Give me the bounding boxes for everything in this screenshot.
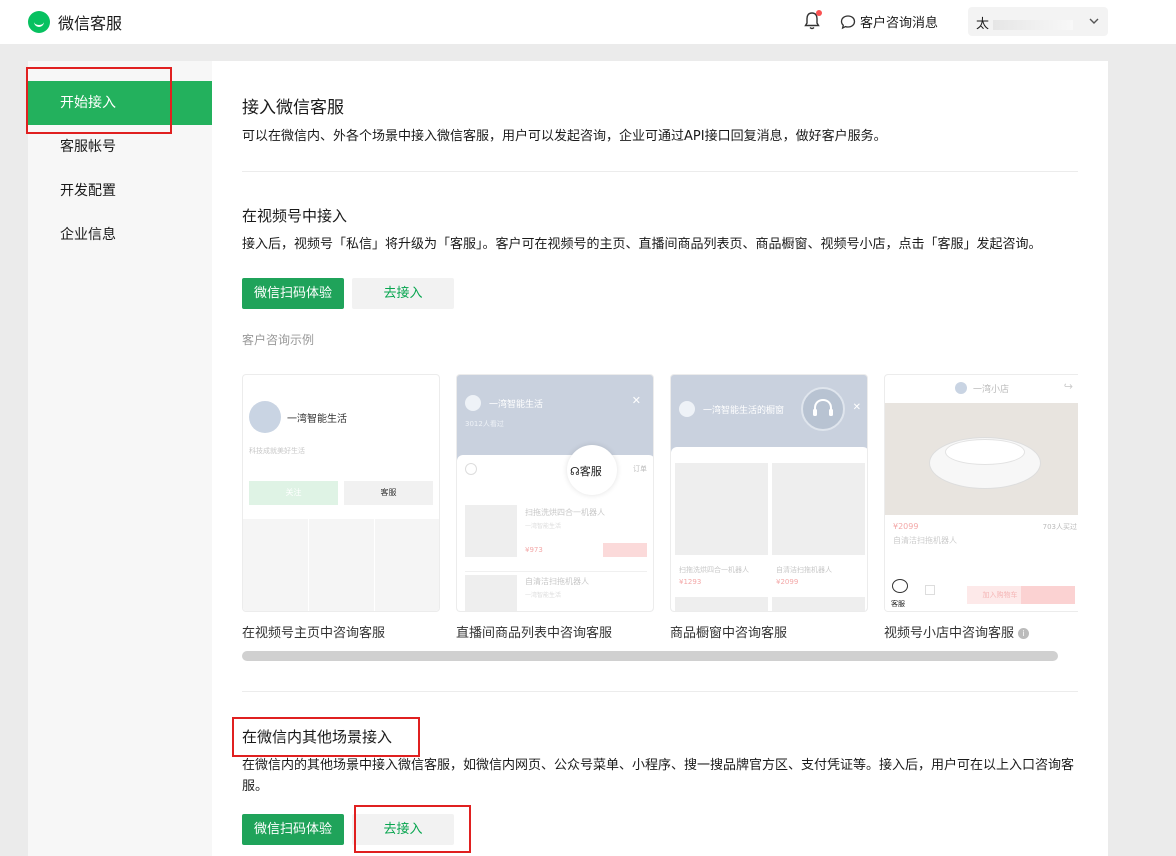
- service-highlight: ☊客服: [567, 445, 617, 495]
- card2-item2-sub: 一湾智能生活: [525, 592, 562, 599]
- customer-messages-label: 客户咨询消息: [860, 16, 939, 31]
- top-bar: 微信客服 客户咨询消息 太: [0, 0, 1176, 44]
- page-title: 接入微信客服: [242, 98, 344, 118]
- card4-service-button: 客服: [885, 569, 919, 611]
- carousel-scrollbar[interactable]: [242, 651, 1058, 661]
- card4-sold: 703人买过: [1042, 523, 1077, 531]
- sidebar-item-accounts[interactable]: 客服帐号: [28, 125, 212, 169]
- sidebar-item-dev-config[interactable]: 开发配置: [28, 169, 212, 213]
- card3-item2-price: ¥2099: [776, 578, 799, 586]
- divider: [242, 691, 1078, 692]
- example-caption-1: 在视频号主页中咨询客服: [242, 626, 386, 641]
- app-logo[interactable]: 微信客服: [28, 10, 122, 34]
- other-connect-button[interactable]: 去接入: [352, 814, 454, 845]
- example-card-shop: 一湾小店 ↪ ¥2099 703人买过 自清洁扫拖机器人 客服 加入购物车: [884, 374, 1078, 612]
- other-title: 在微信内其他场景接入: [242, 728, 393, 746]
- example-caption-3: 商品橱窗中咨询客服: [670, 626, 788, 641]
- example-caption-4-text: 视频号小店中咨询客服: [884, 626, 1015, 641]
- card2-item1-sub: 一湾智能生活: [525, 523, 562, 530]
- customer-messages-link[interactable]: 客户咨询消息: [840, 12, 938, 31]
- example-caption-4: 视频号小店中咨询客服 i: [884, 622, 1030, 641]
- chat-bubble-icon: [840, 14, 856, 29]
- info-icon[interactable]: i: [1018, 628, 1030, 639]
- product-image: [885, 403, 1078, 515]
- wechat-service-logo-icon: [28, 11, 50, 33]
- example-card-showcase: 一湾智能生活的橱窗 ✕ 扫拖洗烘四合一机器人 ¥1293 自清洁扫拖机器人 ¥2…: [670, 374, 868, 612]
- brand-avatar: [465, 395, 481, 411]
- store-icon: [925, 585, 935, 595]
- close-icon: ✕: [852, 402, 861, 413]
- sidebar-item-company-info[interactable]: 企业信息: [28, 213, 212, 257]
- channels-section: 在视频号中接入 接入后，视频号「私信」将升级为「客服」。客户可在视频号的主页、直…: [242, 205, 1078, 348]
- card4-service-label: 客服: [891, 600, 905, 608]
- card2-viewers: 3012人看过: [465, 420, 504, 428]
- buy-button: [603, 543, 647, 557]
- account-name-redacted: [993, 19, 1074, 30]
- example-caption-2: 直播间商品列表中咨询客服: [456, 626, 613, 641]
- examples-carousel[interactable]: 一湾智能生活 科技成就美好生活 关注 客服 一湾智能生活 ✕ 3012人看过 订…: [242, 374, 1078, 612]
- brand-avatar: [249, 401, 281, 433]
- notification-bell-icon[interactable]: [804, 10, 822, 30]
- card2-service: 客服: [579, 465, 602, 478]
- intro-description: 可以在微信内、外各个场景中接入微信客服，用户可以发起咨询，企业可通过API接口回…: [242, 129, 887, 144]
- card2-name: 一湾智能生活: [489, 400, 544, 410]
- headset-icon: ☊: [570, 465, 580, 478]
- card1-video-grid: [243, 519, 439, 611]
- intro-section: 接入微信客服 可以在微信内、外各个场景中接入微信客服，用户可以发起咨询，企业可通…: [242, 93, 1078, 147]
- card4-buy-button: [1021, 586, 1075, 604]
- share-icon: ↪: [1063, 380, 1073, 393]
- divider: [242, 171, 1078, 172]
- sidebar: 开始接入 客服帐号 开发配置 企业信息: [28, 61, 212, 856]
- card1-follow-button: 关注: [249, 481, 338, 505]
- card1-name: 一湾智能生活: [287, 414, 347, 425]
- other-scan-button[interactable]: 微信扫码体验: [242, 814, 344, 845]
- app-title: 微信客服: [58, 14, 123, 33]
- card2-item1-price: ¥973: [525, 546, 543, 554]
- card2-orders: 订单: [633, 465, 647, 473]
- other-scenes-section: 在微信内其他场景接入 在微信内的其他场景中接入微信客服，如微信内网页、公众号菜单…: [242, 726, 1078, 845]
- account-name: 太: [976, 17, 990, 32]
- card4-price: ¥2099: [893, 522, 919, 531]
- card3-item1-price: ¥1293: [679, 578, 702, 586]
- product-image: [772, 463, 865, 555]
- product-image: [465, 505, 517, 557]
- card2-product-panel: 订单 扫拖洗烘四合一机器人 一湾智能生活 ¥973 自清洁扫拖机器人 一湾智能生…: [457, 455, 653, 611]
- card1-service-button: 客服: [344, 481, 433, 505]
- close-icon: ✕: [631, 394, 641, 407]
- chevron-down-icon: [1089, 18, 1099, 24]
- card2-item2: 自清洁扫拖机器人: [525, 577, 589, 586]
- brand-avatar: [679, 401, 695, 417]
- product-image: [465, 575, 517, 611]
- channels-description: 接入后，视频号「私信」将升级为「客服」。客户可在视频号的主页、直播间商品列表页、…: [242, 237, 1042, 252]
- account-switcher[interactable]: 太: [968, 7, 1108, 36]
- channels-scan-button[interactable]: 微信扫码体验: [242, 278, 344, 309]
- example-card-live: 一湾智能生活 ✕ 3012人看过 订单 扫拖洗烘四合一机器人 一湾智能生活 ¥9…: [456, 374, 654, 612]
- card3-item1: 扫拖洗烘四合一机器人: [679, 566, 749, 574]
- examples-label: 客户咨询示例: [242, 333, 315, 347]
- other-description: 在微信内的其他场景中接入微信客服，如微信内网页、公众号菜单、小程序、搜一搜品牌官…: [242, 758, 1075, 794]
- card4-shop: 一湾小店: [973, 385, 1010, 395]
- card2-item1: 扫拖洗烘四合一机器人: [525, 508, 605, 517]
- main-content: 接入微信客服 可以在微信内、外各个场景中接入微信客服，用户可以发起咨询，企业可通…: [212, 61, 1108, 856]
- card3-item2: 自清洁扫拖机器人: [776, 566, 832, 574]
- card4-product: 自清洁扫拖机器人: [893, 536, 957, 545]
- notification-dot: [816, 10, 822, 16]
- card1-subtitle: 科技成就美好生活: [249, 447, 305, 455]
- product-image: [675, 463, 768, 555]
- card3-showcase-grid: 扫拖洗烘四合一机器人 ¥1293 自清洁扫拖机器人 ¥2099: [671, 447, 867, 611]
- channels-connect-button[interactable]: 去接入: [352, 278, 454, 309]
- card3-name: 一湾智能生活的橱窗: [703, 406, 785, 416]
- brand-avatar: [955, 382, 967, 394]
- headset-icon: [801, 387, 845, 431]
- example-card-profile: 一湾智能生活 科技成就美好生活 关注 客服: [242, 374, 440, 612]
- channels-title: 在视频号中接入: [242, 207, 348, 225]
- sidebar-item-start[interactable]: 开始接入: [28, 81, 212, 125]
